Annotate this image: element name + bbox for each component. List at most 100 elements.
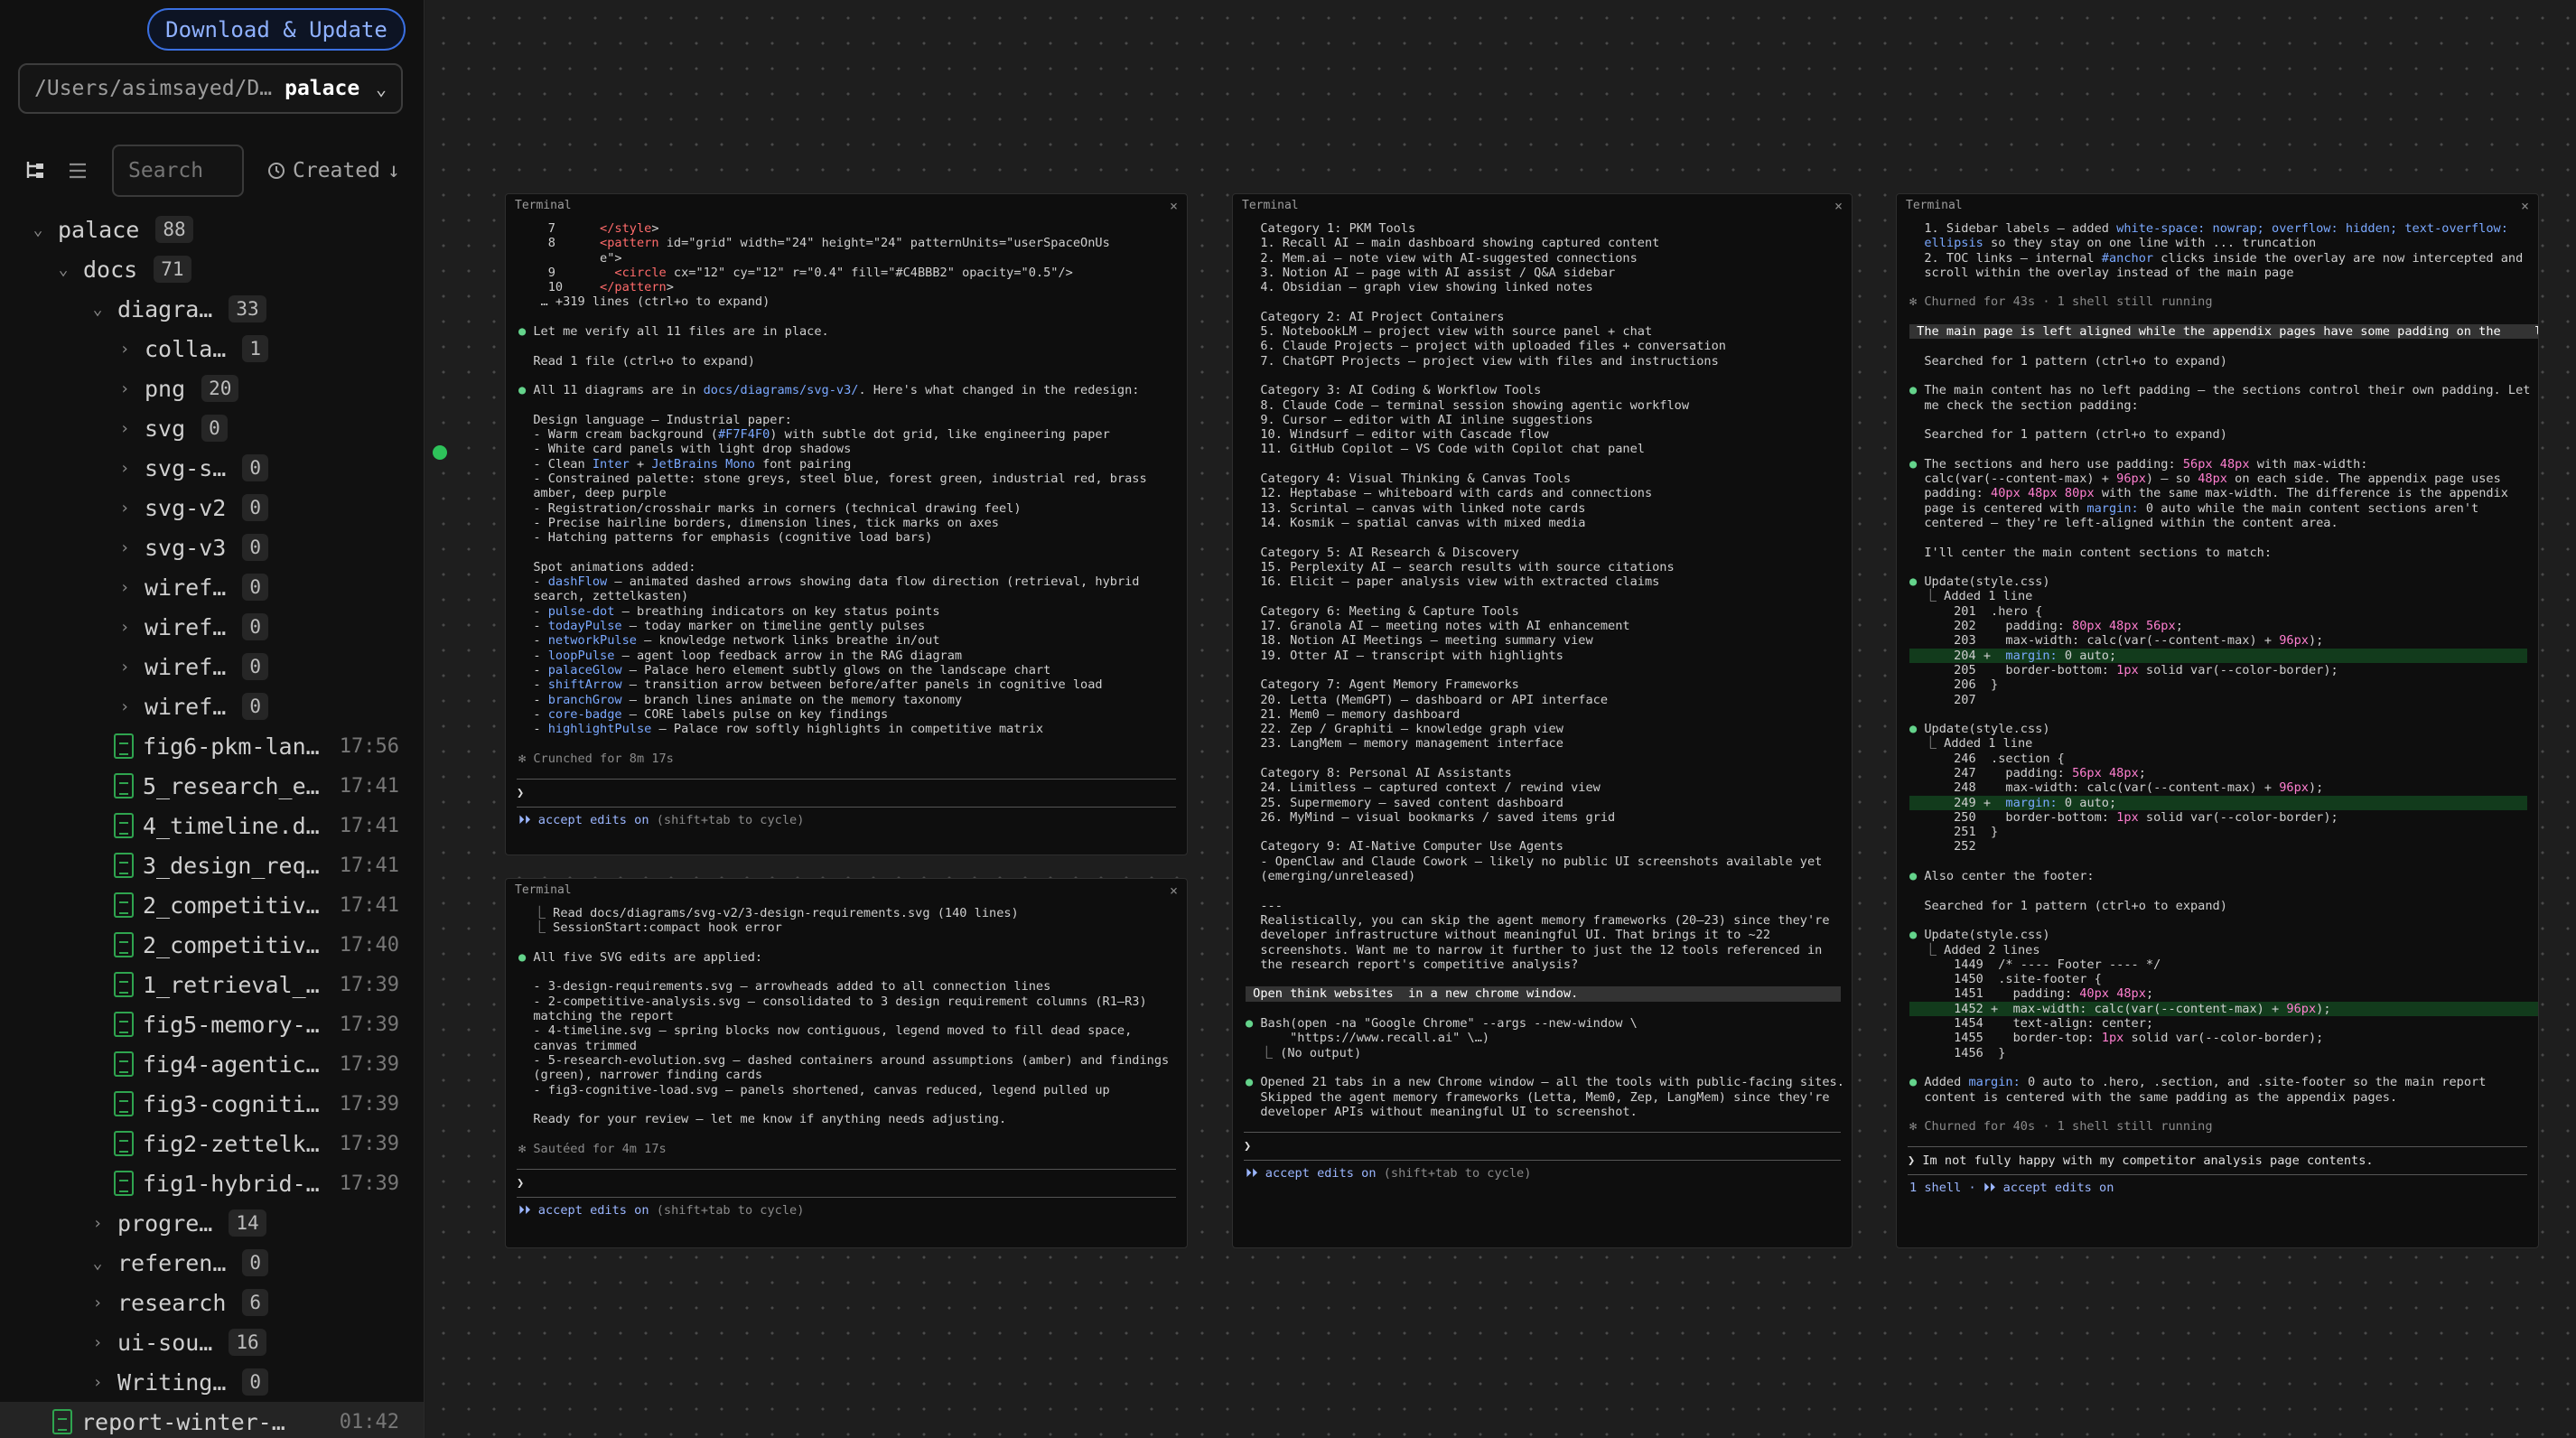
terminal-panel[interactable]: Terminal × Category 1: PKM Tools 1. Recal… — [1232, 193, 1853, 1248]
terminal-status-bar: ⏵⏵ accept edits on (shift+tab to cycle) — [1233, 1161, 1852, 1186]
tree-item-label: 1_retrieval_… — [143, 971, 320, 998]
terminal-panel[interactable]: Terminal × 1. Sidebar labels — added whit… — [1896, 193, 2539, 1248]
tree-file[interactable]: 2_competitiv… 17:40 — [0, 925, 424, 965]
tree-folder[interactable]: › wiref… 0 — [0, 647, 424, 686]
terminal-line: Category 6: Meeting & Capture Tools — [1246, 603, 1519, 619]
file-time: 17:41 — [339, 893, 399, 917]
terminal-line: ✻ Churned for 43s · 1 shell still runnin… — [1909, 294, 2213, 310]
tree-file[interactable]: fig5-memory-… 17:39 — [0, 1004, 424, 1044]
tree-folder[interactable]: › Writing… 0 — [0, 1362, 424, 1402]
terminal-line: 201 .hero { — [1909, 603, 2043, 619]
tree-folder[interactable]: › wiref… 0 — [0, 567, 424, 607]
tree-folder[interactable]: › wiref… 0 — [0, 686, 424, 726]
terminal-line: 1452 + max-width: calc(var(--content-max… — [1909, 1001, 2527, 1017]
terminal-panel[interactable]: Terminal × 7 </style> 8 <pattern id="grid… — [505, 193, 1188, 855]
terminal-line: 15. Perplexity AI — search results with … — [1246, 559, 1675, 574]
chevron-right-icon[interactable]: › — [114, 538, 135, 557]
tree-folder[interactable]: › png 20 — [0, 369, 424, 408]
close-icon[interactable]: × — [2521, 199, 2529, 214]
terminal-line: 2. Mem.ai — note view with AI-suggested … — [1246, 250, 1638, 266]
terminal-line: - OpenClaw and Claude Cowork — likely no… — [1246, 854, 1823, 869]
terminal-line: 12. Heptabase — whiteboard with cards an… — [1246, 486, 1653, 501]
tree-file[interactable]: fig3-cogniti… 17:39 — [0, 1084, 424, 1124]
tree-folder[interactable]: ⌄ palace 88 — [0, 210, 424, 249]
terminal-line: ● Update(style.css) — [1909, 722, 2050, 737]
tree-folder[interactable]: › ui-sou… 16 — [0, 1322, 424, 1362]
close-icon[interactable]: × — [1834, 199, 1843, 214]
terminal-title: Terminal — [515, 198, 572, 212]
tree-file[interactable]: 1_retrieval_… 17:39 — [0, 965, 424, 1004]
terminal-line: Category 9: AI-Native Computer Use Agent… — [1246, 839, 1563, 854]
sort-label: Created — [293, 159, 380, 182]
tree-folder[interactable]: › svg 0 — [0, 408, 424, 448]
tree-folder[interactable]: › svg-v3 0 — [0, 528, 424, 567]
item-count-badge: 0 — [242, 613, 268, 640]
tree-file[interactable]: fig2-zettelk… 17:39 — [0, 1124, 424, 1163]
chevron-down-icon[interactable]: ⌄ — [27, 220, 49, 239]
tree-folder[interactable]: › research 6 — [0, 1283, 424, 1322]
tree-folder[interactable]: › svg-s… 0 — [0, 448, 424, 488]
chevron-right-icon[interactable]: › — [114, 499, 135, 518]
item-count-badge: 71 — [154, 256, 191, 283]
chevron-right-icon[interactable]: › — [114, 578, 135, 597]
terminal-line: 1. Recall AI — main dashboard showing ca… — [1246, 236, 1660, 251]
tree-folder[interactable]: ⌄ referen… 0 — [0, 1243, 424, 1283]
terminal-line: Category 2: AI Project Containers — [1246, 309, 1505, 324]
chevron-right-icon[interactable]: › — [114, 618, 135, 637]
terminal-line: ● Also center the footer: — [1909, 869, 2095, 884]
tree-file[interactable]: 2_competitiv… 17:41 — [0, 885, 424, 925]
chevron-right-icon[interactable]: › — [114, 379, 135, 398]
terminal-line: Category 1: PKM Tools — [1246, 221, 1416, 236]
tree-file[interactable]: fig6-pkm-lan… 17:56 — [0, 726, 424, 766]
tree-file[interactable]: 5_research_e… 17:41 — [0, 766, 424, 806]
tree-folder[interactable]: ⌄ diagra… 33 — [0, 289, 424, 329]
tree-file[interactable]: fig1-hybrid-… 17:39 — [0, 1163, 424, 1203]
chevron-right-icon[interactable]: › — [114, 419, 135, 438]
chevron-right-icon[interactable]: › — [114, 697, 135, 716]
tree-item-label: palace — [58, 216, 140, 243]
tree-file[interactable]: fig4-agentic… 17:39 — [0, 1044, 424, 1084]
terminal-prompt-input[interactable]: ❯ — [517, 778, 1176, 808]
terminal-line: ● Added margin: 0 auto to .hero, .sectio… — [1909, 1075, 2487, 1090]
tree-file[interactable]: 3_design_req… 17:41 — [0, 845, 424, 885]
chevron-right-icon[interactable]: › — [114, 459, 135, 478]
close-icon[interactable]: × — [1170, 199, 1178, 214]
folder-path-selector[interactable]: /Users/asimsayed/D… palace ⌄ — [18, 63, 403, 114]
terminal-panel[interactable]: Terminal × ⎿ Read docs/diagrams/svg-v2/3-… — [505, 878, 1188, 1248]
chevron-right-icon[interactable]: › — [87, 1214, 108, 1233]
list-view-icon[interactable] — [60, 153, 96, 189]
chevron-right-icon[interactable]: › — [87, 1293, 108, 1312]
tree-folder[interactable]: › svg-v2 0 — [0, 488, 424, 528]
tree-file[interactable]: report-winter-… 01:42 — [0, 1402, 424, 1438]
item-count-badge: 33 — [229, 295, 266, 322]
search-input[interactable] — [112, 145, 244, 197]
tree-folder[interactable]: › colla… 1 — [0, 329, 424, 369]
file-time: 17:39 — [339, 973, 399, 996]
chevron-down-icon[interactable]: ⌄ — [87, 1254, 108, 1273]
chevron-right-icon[interactable]: › — [114, 340, 135, 359]
terminal-line: Skipped the agent memory frameworks (Let… — [1246, 1089, 1830, 1105]
chevron-down-icon[interactable]: ⌄ — [52, 260, 74, 279]
chevron-down-icon[interactable]: ⌄ — [87, 300, 108, 319]
terminal-line: developer infrastructure without meaning… — [1246, 928, 1771, 943]
tree-view-icon[interactable] — [18, 153, 54, 189]
chevron-right-icon[interactable]: › — [114, 658, 135, 677]
terminal-prompt-input[interactable]: ❯ — [517, 1169, 1176, 1199]
terminal-line: ● The sections and hero use padding: 56p… — [1909, 456, 2368, 472]
close-icon[interactable]: × — [1170, 883, 1178, 899]
terminal-prompt-input[interactable]: ❯ — [1244, 1132, 1841, 1162]
chevron-right-icon[interactable]: › — [87, 1373, 108, 1392]
document-icon — [114, 1091, 134, 1116]
tree-folder[interactable]: ⌄ docs 71 — [0, 249, 424, 289]
download-update-button[interactable]: Download & Update — [147, 8, 406, 51]
terminal-line: 204 + margin: 0 auto; — [1909, 648, 2527, 663]
sort-created-button[interactable]: Created ↓ — [267, 159, 400, 182]
tree-file[interactable]: 4_timeline.d… 17:41 — [0, 806, 424, 845]
chevron-right-icon[interactable]: › — [87, 1333, 108, 1352]
terminal-line: 19. Otter AI — transcript with highlight… — [1246, 648, 1563, 663]
tree-folder[interactable]: › progre… 14 — [0, 1203, 424, 1243]
tree-folder[interactable]: › wiref… 0 — [0, 607, 424, 647]
terminal-prompt-input[interactable]: ❯ Im not fully happy with my competitor … — [1908, 1146, 2527, 1176]
